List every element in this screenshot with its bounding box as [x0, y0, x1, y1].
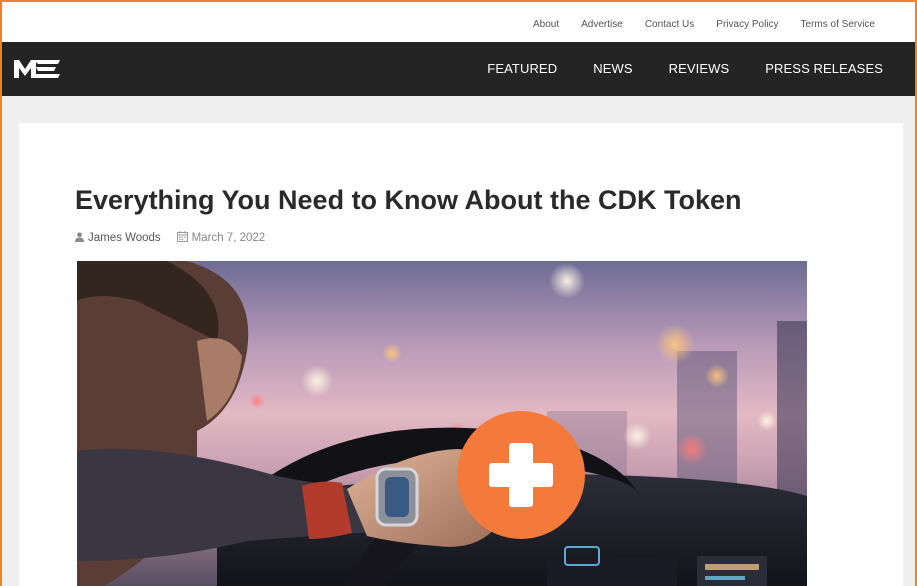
plus-icon — [489, 443, 553, 507]
logo-mark-icon — [14, 60, 60, 78]
nav-news[interactable]: NEWS — [593, 61, 632, 76]
hero-image — [77, 261, 807, 586]
contact-link[interactable]: Contact Us — [645, 19, 694, 30]
article-meta: James Woods March 7, 2022 — [75, 231, 265, 245]
utility-links: About Advertise Contact Us Privacy Polic… — [533, 19, 875, 30]
about-link[interactable]: About — [533, 19, 559, 30]
article-card: Everything You Need to Know About the CD… — [19, 123, 903, 586]
nav-reviews[interactable]: REVIEWS — [669, 61, 730, 76]
nav-featured[interactable]: FEATURED — [487, 61, 557, 76]
article-author[interactable]: James Woods — [88, 232, 161, 244]
advertise-link[interactable]: Advertise — [581, 19, 623, 30]
terms-link[interactable]: Terms of Service — [801, 19, 875, 30]
article-date-wrap: March 7, 2022 — [176, 231, 266, 245]
add-button[interactable] — [457, 411, 585, 539]
utility-bar: About Advertise Contact Us Privacy Polic… — [2, 2, 915, 42]
site-logo[interactable] — [14, 60, 60, 78]
browser-frame: About Advertise Contact Us Privacy Polic… — [0, 0, 917, 586]
main-nav: FEATURED NEWS REVIEWS PRESS RELEASES — [2, 42, 915, 96]
car-driver-photo — [77, 261, 807, 586]
article-title: Everything You Need to Know About the CD… — [75, 185, 742, 215]
primary-nav-links: FEATURED NEWS REVIEWS PRESS RELEASES — [487, 61, 883, 76]
nav-press-releases[interactable]: PRESS RELEASES — [765, 61, 883, 76]
user-icon — [75, 231, 84, 245]
article-date: March 7, 2022 — [191, 232, 266, 244]
calendar-icon — [176, 231, 188, 245]
privacy-link[interactable]: Privacy Policy — [716, 19, 778, 30]
